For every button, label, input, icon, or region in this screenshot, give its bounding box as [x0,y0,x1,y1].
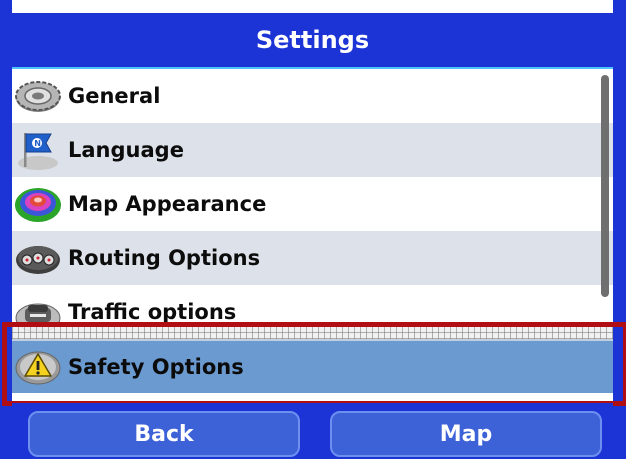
settings-item-label: Traffic options [68,300,237,324]
back-button[interactable]: Back [28,411,300,457]
settings-item-label: Map Appearance [68,192,267,216]
settings-item-language[interactable]: N Language [12,123,613,177]
selection-highlight-box [2,322,626,406]
settings-item-map-appearance[interactable]: Map Appearance [12,177,613,231]
footer-bar: Back Map [12,403,613,459]
settings-item-label: Routing Options [68,246,261,270]
settings-item-routing-options[interactable]: Routing Options [12,231,613,285]
scrollbar-thumb[interactable] [601,75,609,297]
map-button-label: Map [439,421,493,447]
routing-options-icon [12,236,64,280]
back-button-label: Back [134,421,194,447]
gear-icon [12,74,64,118]
settings-item-label: Language [68,138,184,162]
settings-item-label: General [68,84,161,108]
header-bar: Settings [12,13,613,69]
svg-text:N: N [34,139,41,148]
map-button[interactable]: Map [330,411,602,457]
page-title: Settings [255,26,370,54]
settings-item-general[interactable]: General [12,69,613,123]
language-flag-icon: N [12,128,64,172]
map-appearance-icon [12,182,64,226]
settings-screen: Settings General N Language Map Appearan… [0,0,626,459]
